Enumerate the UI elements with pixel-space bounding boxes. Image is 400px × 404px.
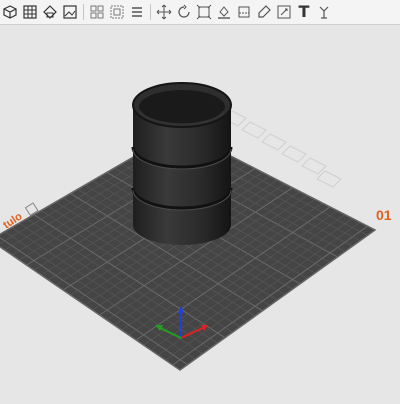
- scene-svg: tulo 01: [0, 82, 392, 371]
- barrel-model[interactable]: [131, 82, 233, 245]
- 3d-viewport[interactable]: tulo 01: [0, 25, 400, 400]
- scale-icon[interactable]: [194, 2, 214, 22]
- toolbar: T: [0, 0, 400, 25]
- toolbar-separator: [83, 4, 84, 20]
- bed-right-label: 01: [376, 207, 392, 223]
- toolbar-separator: [150, 4, 151, 20]
- paint-icon[interactable]: [254, 2, 274, 22]
- plate-icon-3: [261, 133, 287, 151]
- image-icon[interactable]: [60, 2, 80, 22]
- plate-icon-2: [241, 121, 267, 139]
- move-icon[interactable]: [154, 2, 174, 22]
- list-icon[interactable]: [127, 2, 147, 22]
- cut-icon[interactable]: [234, 2, 254, 22]
- cube-view-icon[interactable]: [0, 2, 20, 22]
- plate-icon-4: [281, 145, 307, 163]
- measure-icon[interactable]: [274, 2, 294, 22]
- plate-icon-5: [301, 157, 327, 175]
- rotate-icon[interactable]: [174, 2, 194, 22]
- support-icon[interactable]: [314, 2, 334, 22]
- ungroup-icon[interactable]: [107, 2, 127, 22]
- group-icon[interactable]: [87, 2, 107, 22]
- plate-icon-6: [316, 170, 342, 188]
- lay-flat-icon[interactable]: [214, 2, 234, 22]
- text-icon[interactable]: T: [294, 2, 314, 22]
- transform-icon[interactable]: [40, 2, 60, 22]
- grid-icon[interactable]: [20, 2, 40, 22]
